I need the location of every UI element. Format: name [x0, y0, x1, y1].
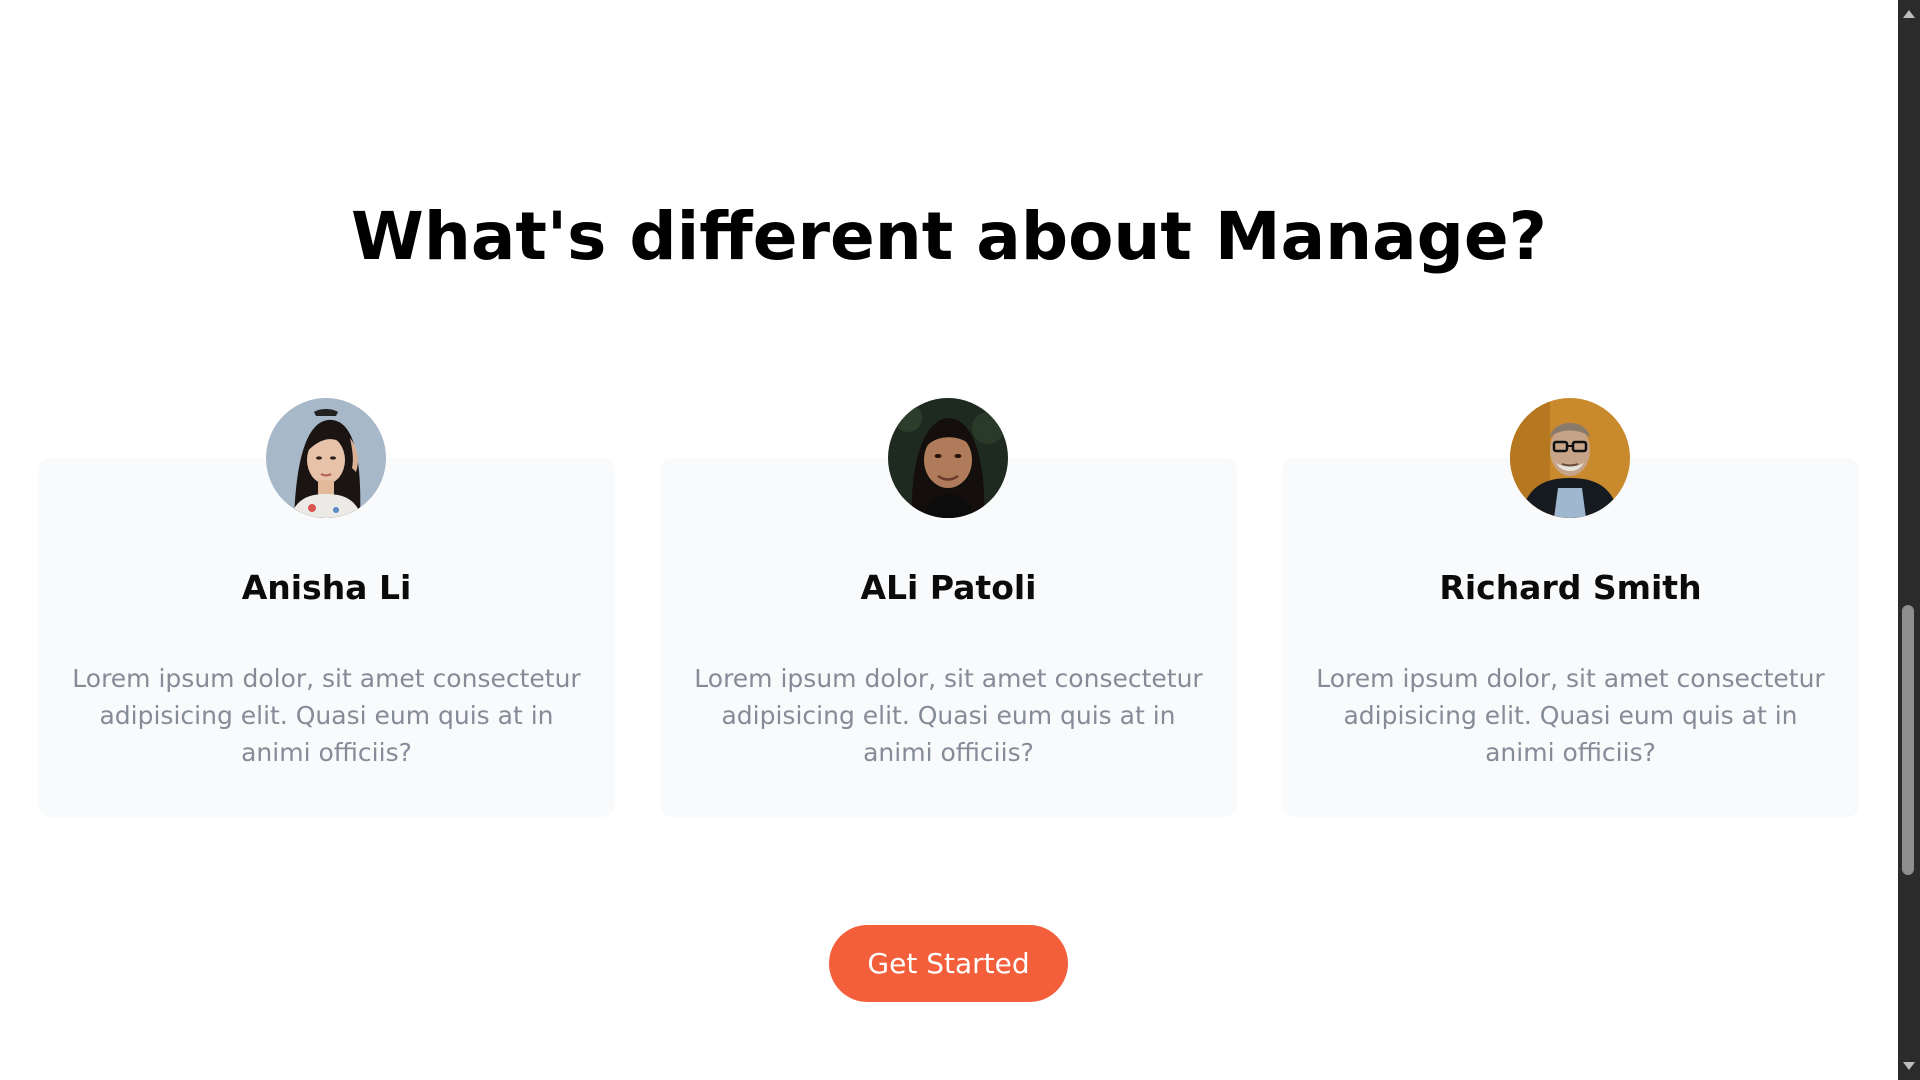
page-viewport: What's different about Manage? Anisha Li… — [0, 0, 1898, 1080]
scrollbar-thumb[interactable] — [1902, 605, 1914, 875]
testimonial-name: Richard Smith — [1439, 568, 1702, 607]
avatar-woman-smiling-icon — [888, 398, 1008, 518]
avatar — [1510, 398, 1630, 518]
testimonial-quote: Lorem ipsum dolor, sit amet consectetur … — [72, 664, 581, 767]
scroll-up-arrow-icon[interactable] — [1903, 10, 1915, 18]
avatar — [266, 398, 386, 518]
testimonial-card: ALi Patoli Lorem ipsum dolor, sit amet c… — [660, 398, 1237, 817]
testimonial-name: Anisha Li — [241, 568, 412, 607]
scroll-down-arrow-icon[interactable] — [1903, 1062, 1915, 1070]
avatar-woman-long-dark-hair-icon — [266, 398, 386, 518]
get-started-button[interactable]: Get Started — [829, 925, 1068, 1002]
testimonial-quote: Lorem ipsum dolor, sit amet consectetur … — [694, 664, 1203, 767]
section-heading: What's different about Manage? — [351, 198, 1547, 275]
testimonial-card: Richard Smith Lorem ipsum dolor, sit ame… — [1282, 398, 1859, 817]
testimonial-quote: Lorem ipsum dolor, sit amet consectetur … — [1316, 664, 1825, 767]
vertical-scrollbar[interactable] — [1898, 0, 1920, 1080]
testimonial-card: Anisha Li Lorem ipsum dolor, sit amet co… — [38, 398, 615, 817]
testimonial-list: Anisha Li Lorem ipsum dolor, sit amet co… — [38, 398, 1860, 817]
avatar-older-man-glasses-icon — [1510, 398, 1630, 518]
testimonial-name: ALi Patoli — [860, 568, 1037, 607]
avatar — [888, 398, 1008, 518]
